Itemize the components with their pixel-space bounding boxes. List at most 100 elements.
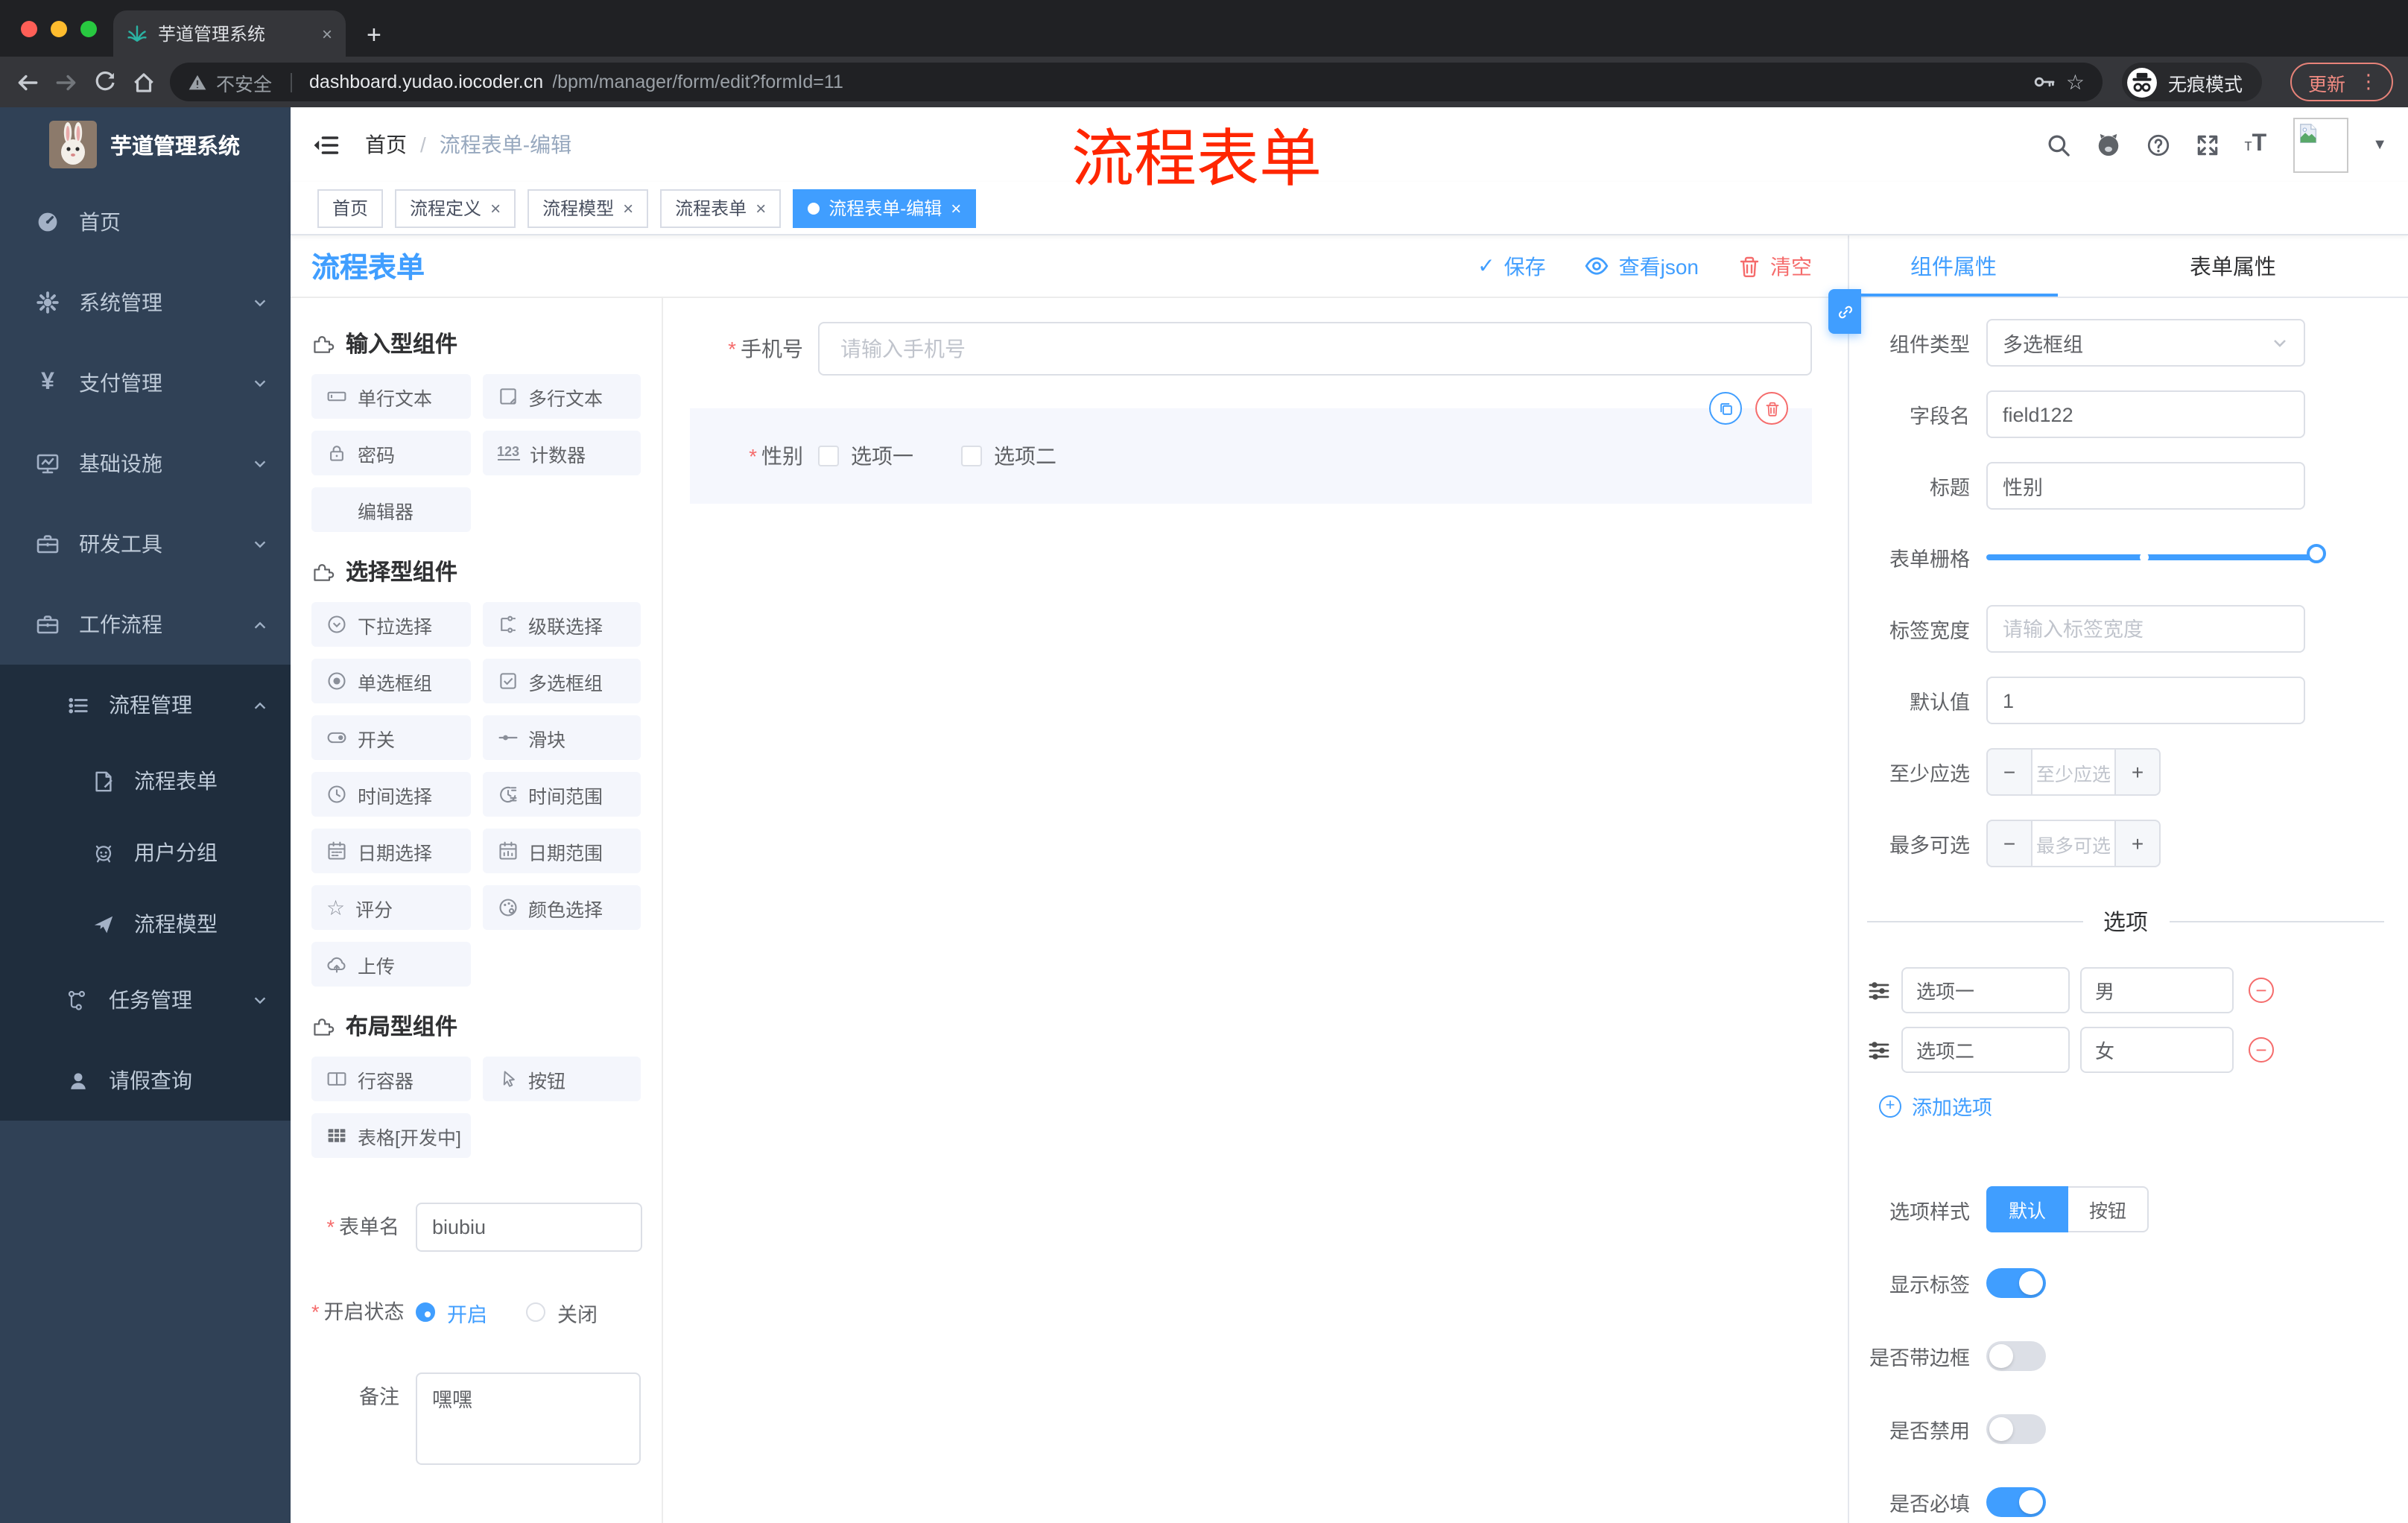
form-canvas[interactable]: * 手机号 请输入手机号 * 性别 选项一 选项二 xyxy=(663,298,1848,1523)
option-name-input[interactable] xyxy=(1901,967,2070,1013)
disabled-toggle[interactable] xyxy=(1986,1414,2046,1444)
gender-option-2[interactable]: 选项二 xyxy=(961,441,1056,471)
component-time-picker[interactable]: 时间选择 xyxy=(311,772,470,817)
tag-close-icon[interactable]: × xyxy=(951,197,961,218)
drag-handle-icon[interactable] xyxy=(1867,978,1891,1002)
close-window-button[interactable] xyxy=(21,21,37,37)
tag-close-icon[interactable]: × xyxy=(755,197,766,218)
forward-icon[interactable] xyxy=(54,69,79,95)
sidebar-item-devtools[interactable]: 研发工具 xyxy=(0,504,291,584)
component-switch[interactable]: 开关 xyxy=(311,715,470,760)
sidebar-item-system[interactable]: 系统管理 xyxy=(0,262,291,343)
tag-home[interactable]: 首页 xyxy=(317,189,384,227)
form-grid-slider[interactable] xyxy=(1986,544,2326,563)
zoom-window-button[interactable] xyxy=(80,21,97,37)
component-single-line-text[interactable]: 单行文本 xyxy=(311,374,470,419)
link-tag-button[interactable] xyxy=(1828,289,1861,334)
help-icon[interactable] xyxy=(2146,132,2172,157)
component-date-range[interactable]: 日期范围 xyxy=(482,829,641,873)
tag-close-icon[interactable]: × xyxy=(623,197,633,218)
sidebar-item-workflow[interactable]: 工作流程 xyxy=(0,584,291,665)
tab-form-props[interactable]: 表单属性 xyxy=(2058,235,2408,297)
tab-close-icon[interactable]: × xyxy=(322,23,332,44)
style-button-button[interactable]: 按钮 xyxy=(2068,1186,2149,1232)
gender-option-1[interactable]: 选项一 xyxy=(818,441,913,471)
tag-process-model[interactable]: 流程模型 × xyxy=(527,189,649,227)
component-rate[interactable]: ☆ 评分 xyxy=(311,885,470,930)
sidebar-item-payment[interactable]: ¥ 支付管理 xyxy=(0,343,291,423)
stepper-value[interactable]: 至少应选 xyxy=(2031,750,2116,794)
tag-process-form-edit[interactable]: 流程表单-编辑 × xyxy=(793,189,977,227)
style-default-button[interactable]: 默认 xyxy=(1986,1186,2069,1232)
avatar[interactable] xyxy=(2293,117,2349,172)
breadcrumb-home[interactable]: 首页 xyxy=(365,130,407,159)
component-date-picker[interactable]: 日期选择 xyxy=(311,829,470,873)
font-size-icon[interactable]: тT xyxy=(2245,131,2267,158)
component-upload[interactable]: 上传 xyxy=(311,942,470,987)
new-tab-button[interactable]: + xyxy=(367,22,381,48)
component-cascade-select[interactable]: 级联选择 xyxy=(482,602,641,647)
save-button[interactable]: ✓ 保存 xyxy=(1477,251,1545,281)
component-dropdown-select[interactable]: 下拉选择 xyxy=(311,602,470,647)
status-radio-on[interactable]: 开启 xyxy=(416,1297,487,1327)
option-value-input[interactable] xyxy=(2080,1027,2234,1073)
remove-option-button[interactable]: − xyxy=(2249,1037,2274,1063)
component-multi-line-text[interactable]: 多行文本 xyxy=(482,374,641,419)
sidebar-item-user-group[interactable]: 用户分组 xyxy=(0,817,291,888)
back-icon[interactable] xyxy=(15,69,40,95)
component-counter[interactable]: 123 计数器 xyxy=(482,431,641,475)
sidebar-item-process-mgmt[interactable]: 流程管理 xyxy=(0,665,291,745)
clear-button[interactable]: 清空 xyxy=(1737,251,1812,281)
view-json-button[interactable]: 查看json xyxy=(1585,251,1699,281)
required-toggle[interactable] xyxy=(1986,1487,2046,1517)
component-button[interactable]: 按钮 xyxy=(482,1057,641,1101)
browser-menu-icon[interactable]: ⋮ xyxy=(2359,70,2378,94)
canvas-field-phone[interactable]: * 手机号 请输入手机号 xyxy=(690,322,1812,376)
form-name-input[interactable] xyxy=(416,1203,642,1252)
bookmark-star-icon[interactable]: ☆ xyxy=(2066,69,2085,95)
stepper-value[interactable]: 最多可选 xyxy=(2031,821,2116,866)
tag-close-icon[interactable]: × xyxy=(490,197,501,218)
slider-handle[interactable] xyxy=(2307,544,2326,563)
delete-component-button[interactable] xyxy=(1755,392,1788,425)
checkbox-icon[interactable] xyxy=(961,446,982,466)
component-slider[interactable]: 滑块 xyxy=(482,715,641,760)
tag-process-form[interactable]: 流程表单 × xyxy=(660,189,782,227)
address-bar[interactable]: 不安全 dashboard.yudao.iocoder.cn /bpm/mana… xyxy=(170,63,2103,101)
search-icon[interactable] xyxy=(2047,132,2072,157)
fullscreen-icon[interactable] xyxy=(2196,132,2221,157)
stepper-decrease-button[interactable]: − xyxy=(1988,750,2031,794)
component-color-picker[interactable]: 颜色选择 xyxy=(482,885,641,930)
reload-icon[interactable] xyxy=(92,69,118,95)
window-controls[interactable] xyxy=(21,21,97,37)
sidebar-item-leave-query[interactable]: 请假查询 xyxy=(0,1040,291,1121)
stepper-increase-button[interactable]: + xyxy=(2116,821,2159,866)
sidebar-item-task-mgmt[interactable]: 任务管理 xyxy=(0,960,291,1040)
minimize-window-button[interactable] xyxy=(51,21,67,37)
component-radio-group[interactable]: 单选框组 xyxy=(311,659,470,703)
browser-tab[interactable]: 芋道管理系统 × xyxy=(113,10,346,57)
component-time-range[interactable]: 时间范围 xyxy=(482,772,641,817)
title-input[interactable] xyxy=(1986,462,2305,510)
option-name-input[interactable] xyxy=(1901,1027,2070,1073)
home-icon[interactable] xyxy=(131,69,156,95)
tag-process-definition[interactable]: 流程定义 × xyxy=(395,189,516,227)
remove-option-button[interactable]: − xyxy=(2249,978,2274,1003)
show-label-toggle[interactable] xyxy=(1986,1268,2046,1298)
canvas-field-gender-selected[interactable]: * 性别 选项一 选项二 xyxy=(690,392,1812,504)
tab-component-props[interactable]: 组件属性 xyxy=(1849,235,2058,297)
checkbox-icon[interactable] xyxy=(818,446,839,466)
component-checkbox-group[interactable]: 多选框组 xyxy=(482,659,641,703)
component-editor[interactable]: 编辑器 xyxy=(311,487,470,532)
component-password[interactable]: 密码 xyxy=(311,431,470,475)
stepper-increase-button[interactable]: + xyxy=(2116,750,2159,794)
component-type-select[interactable]: 多选框组 xyxy=(1986,319,2305,367)
sidebar-item-process-model[interactable]: 流程模型 xyxy=(0,888,291,960)
field-name-input[interactable] xyxy=(1986,390,2305,438)
with-border-toggle[interactable] xyxy=(1986,1341,2046,1371)
collapse-sidebar-icon[interactable] xyxy=(311,130,340,159)
status-radio-off[interactable]: 关闭 xyxy=(526,1297,598,1327)
github-icon[interactable] xyxy=(2096,131,2123,158)
option-value-input[interactable] xyxy=(2080,967,2234,1013)
sidebar-item-infra[interactable]: 基础设施 xyxy=(0,423,291,504)
